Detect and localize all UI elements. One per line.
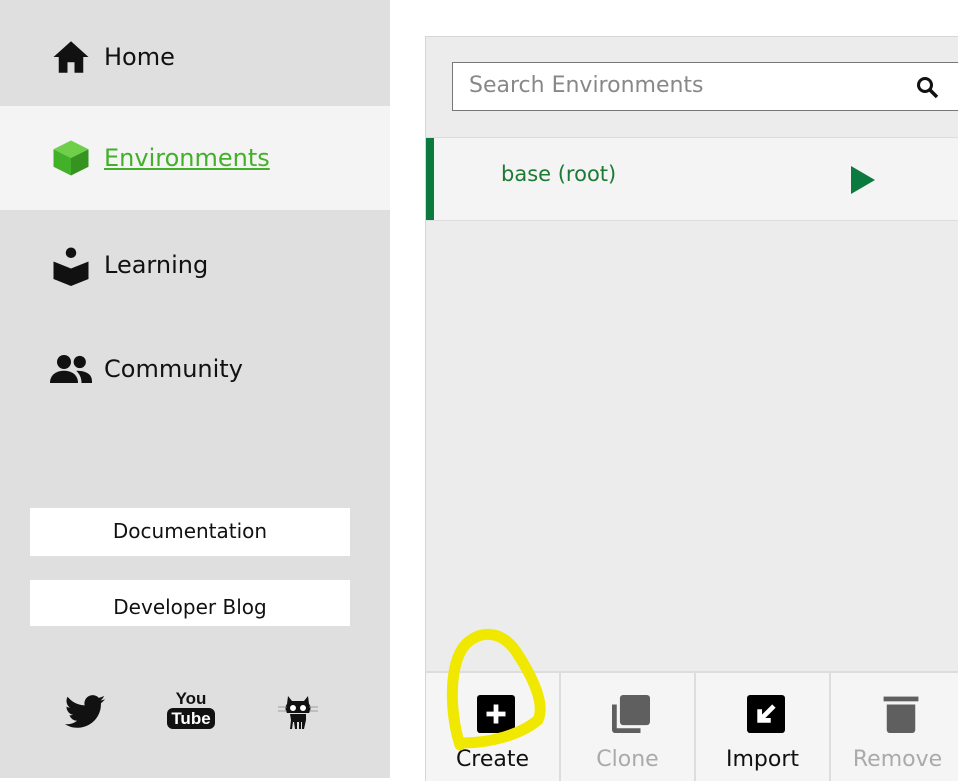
cube-icon: [53, 140, 89, 176]
developer-blog-button[interactable]: Developer Blog: [30, 580, 350, 626]
twitter-icon[interactable]: [60, 690, 110, 734]
search-placeholder: Search Environments: [469, 73, 704, 98]
trash-icon: [883, 696, 919, 733]
environment-row[interactable]: base (root): [426, 137, 958, 221]
create-button[interactable]: Create: [426, 673, 561, 781]
environments-panel: Search Environments base (root) Create C…: [425, 36, 958, 781]
sidebar: Home Environments Learning Community Doc…: [0, 0, 390, 778]
sidebar-item-learning[interactable]: Learning: [0, 213, 390, 317]
search-environments-input[interactable]: Search Environments: [452, 62, 958, 111]
sidebar-item-community[interactable]: Community: [0, 317, 390, 421]
sidebar-item-label: Environments: [104, 144, 270, 172]
book-reader-icon: [53, 247, 89, 286]
clone-icon: [612, 695, 650, 733]
remove-button[interactable]: Remove: [831, 673, 958, 781]
environment-toolbar: Create Clone Import Remove: [426, 671, 958, 781]
sidebar-item-label: Home: [104, 43, 175, 71]
play-icon[interactable]: [851, 166, 875, 194]
people-icon: [50, 355, 92, 383]
environment-name: base (root): [501, 162, 617, 186]
search-icon[interactable]: [915, 75, 939, 99]
youtube-icon[interactable]: You Tube: [166, 690, 216, 734]
clone-button[interactable]: Clone: [561, 673, 696, 781]
sidebar-item-home[interactable]: Home: [0, 5, 390, 109]
plus-square-icon: [477, 695, 515, 733]
sidebar-item-environments[interactable]: Environments: [0, 106, 390, 210]
github-icon[interactable]: [273, 690, 323, 734]
sidebar-item-label: Community: [104, 355, 243, 383]
active-indicator: [426, 138, 434, 220]
home-icon: [53, 41, 89, 73]
sidebar-item-label: Learning: [104, 251, 209, 279]
import-icon: [747, 695, 785, 733]
import-button[interactable]: Import: [696, 673, 831, 781]
documentation-button[interactable]: Documentation: [30, 508, 350, 556]
